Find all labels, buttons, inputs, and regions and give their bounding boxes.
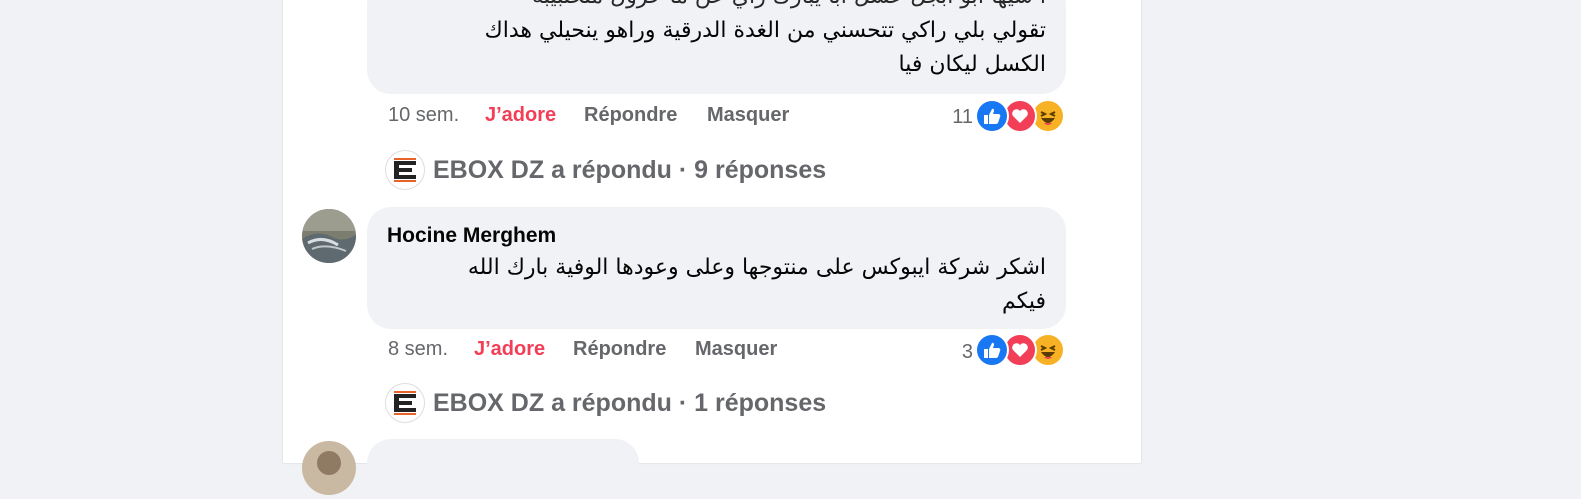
comment-timestamp[interactable]: 8 sem.	[388, 338, 448, 361]
reaction-summary[interactable]	[975, 333, 1065, 367]
comment-text-line: الكسل ليكان فيا	[898, 52, 1046, 77]
replies-summary[interactable]: EBOX DZ a répondu · 1 réponses	[385, 383, 826, 425]
comments-panel: ا شيها ابو ابجل عشل ابا يبارك راي عن ما …	[283, 0, 1141, 499]
comment-bubble: ا شيها ابو ابجل عشل ابا يبارك راي عن ما …	[367, 0, 1066, 94]
like-reaction-icon	[975, 333, 1009, 367]
love-reaction-button[interactable]: J’adore	[485, 104, 556, 127]
reply-author: EBOX DZ	[433, 156, 545, 184]
comment-timestamp[interactable]: 10 sem.	[388, 104, 459, 127]
reply-author: EBOX DZ	[433, 389, 545, 417]
comment-bubble	[367, 439, 639, 499]
reply-button[interactable]: Répondre	[573, 338, 666, 361]
reply-button[interactable]: Répondre	[584, 104, 677, 127]
hide-button[interactable]: Masquer	[695, 338, 777, 361]
like-reaction-icon	[975, 99, 1009, 133]
reply-count-text: a répondu · 1 réponses	[551, 389, 827, 417]
comment-author-name[interactable]: Hocine Merghem	[387, 224, 556, 248]
comment-text-line: اشكر شركة ايبوكس على منتوجها وعلى وعودها…	[467, 255, 1046, 280]
reaction-summary[interactable]	[975, 99, 1065, 133]
love-reaction-button[interactable]: J’adore	[474, 338, 545, 361]
reaction-count[interactable]: 11	[943, 106, 973, 129]
avatar[interactable]	[302, 441, 356, 495]
replies-summary-text[interactable]: EBOX DZ a répondu · 9 réponses	[433, 156, 826, 185]
comment-text-line: تقولي بلي راكي تتحسني من الغدة الدرقية و…	[484, 18, 1046, 43]
ebox-logo-icon	[385, 383, 425, 423]
replies-summary-text[interactable]: EBOX DZ a répondu · 1 réponses	[433, 389, 826, 418]
hide-button[interactable]: Masquer	[707, 104, 789, 127]
comment-bubble: Hocine Merghem اشكر شركة ايبوكس على منتو…	[367, 207, 1066, 329]
comment-text-line: فيكم	[1002, 289, 1046, 314]
reply-count-text: a répondu · 9 réponses	[551, 156, 827, 184]
reaction-count[interactable]: 3	[943, 341, 973, 364]
comment-text-line-clipped: ا شيها ابو ابجل عشل ابا يبارك راي عن ما …	[532, 0, 1046, 14]
replies-summary[interactable]: EBOX DZ a répondu · 9 réponses	[385, 150, 826, 192]
ebox-logo-icon	[385, 150, 425, 190]
avatar[interactable]	[302, 209, 356, 263]
